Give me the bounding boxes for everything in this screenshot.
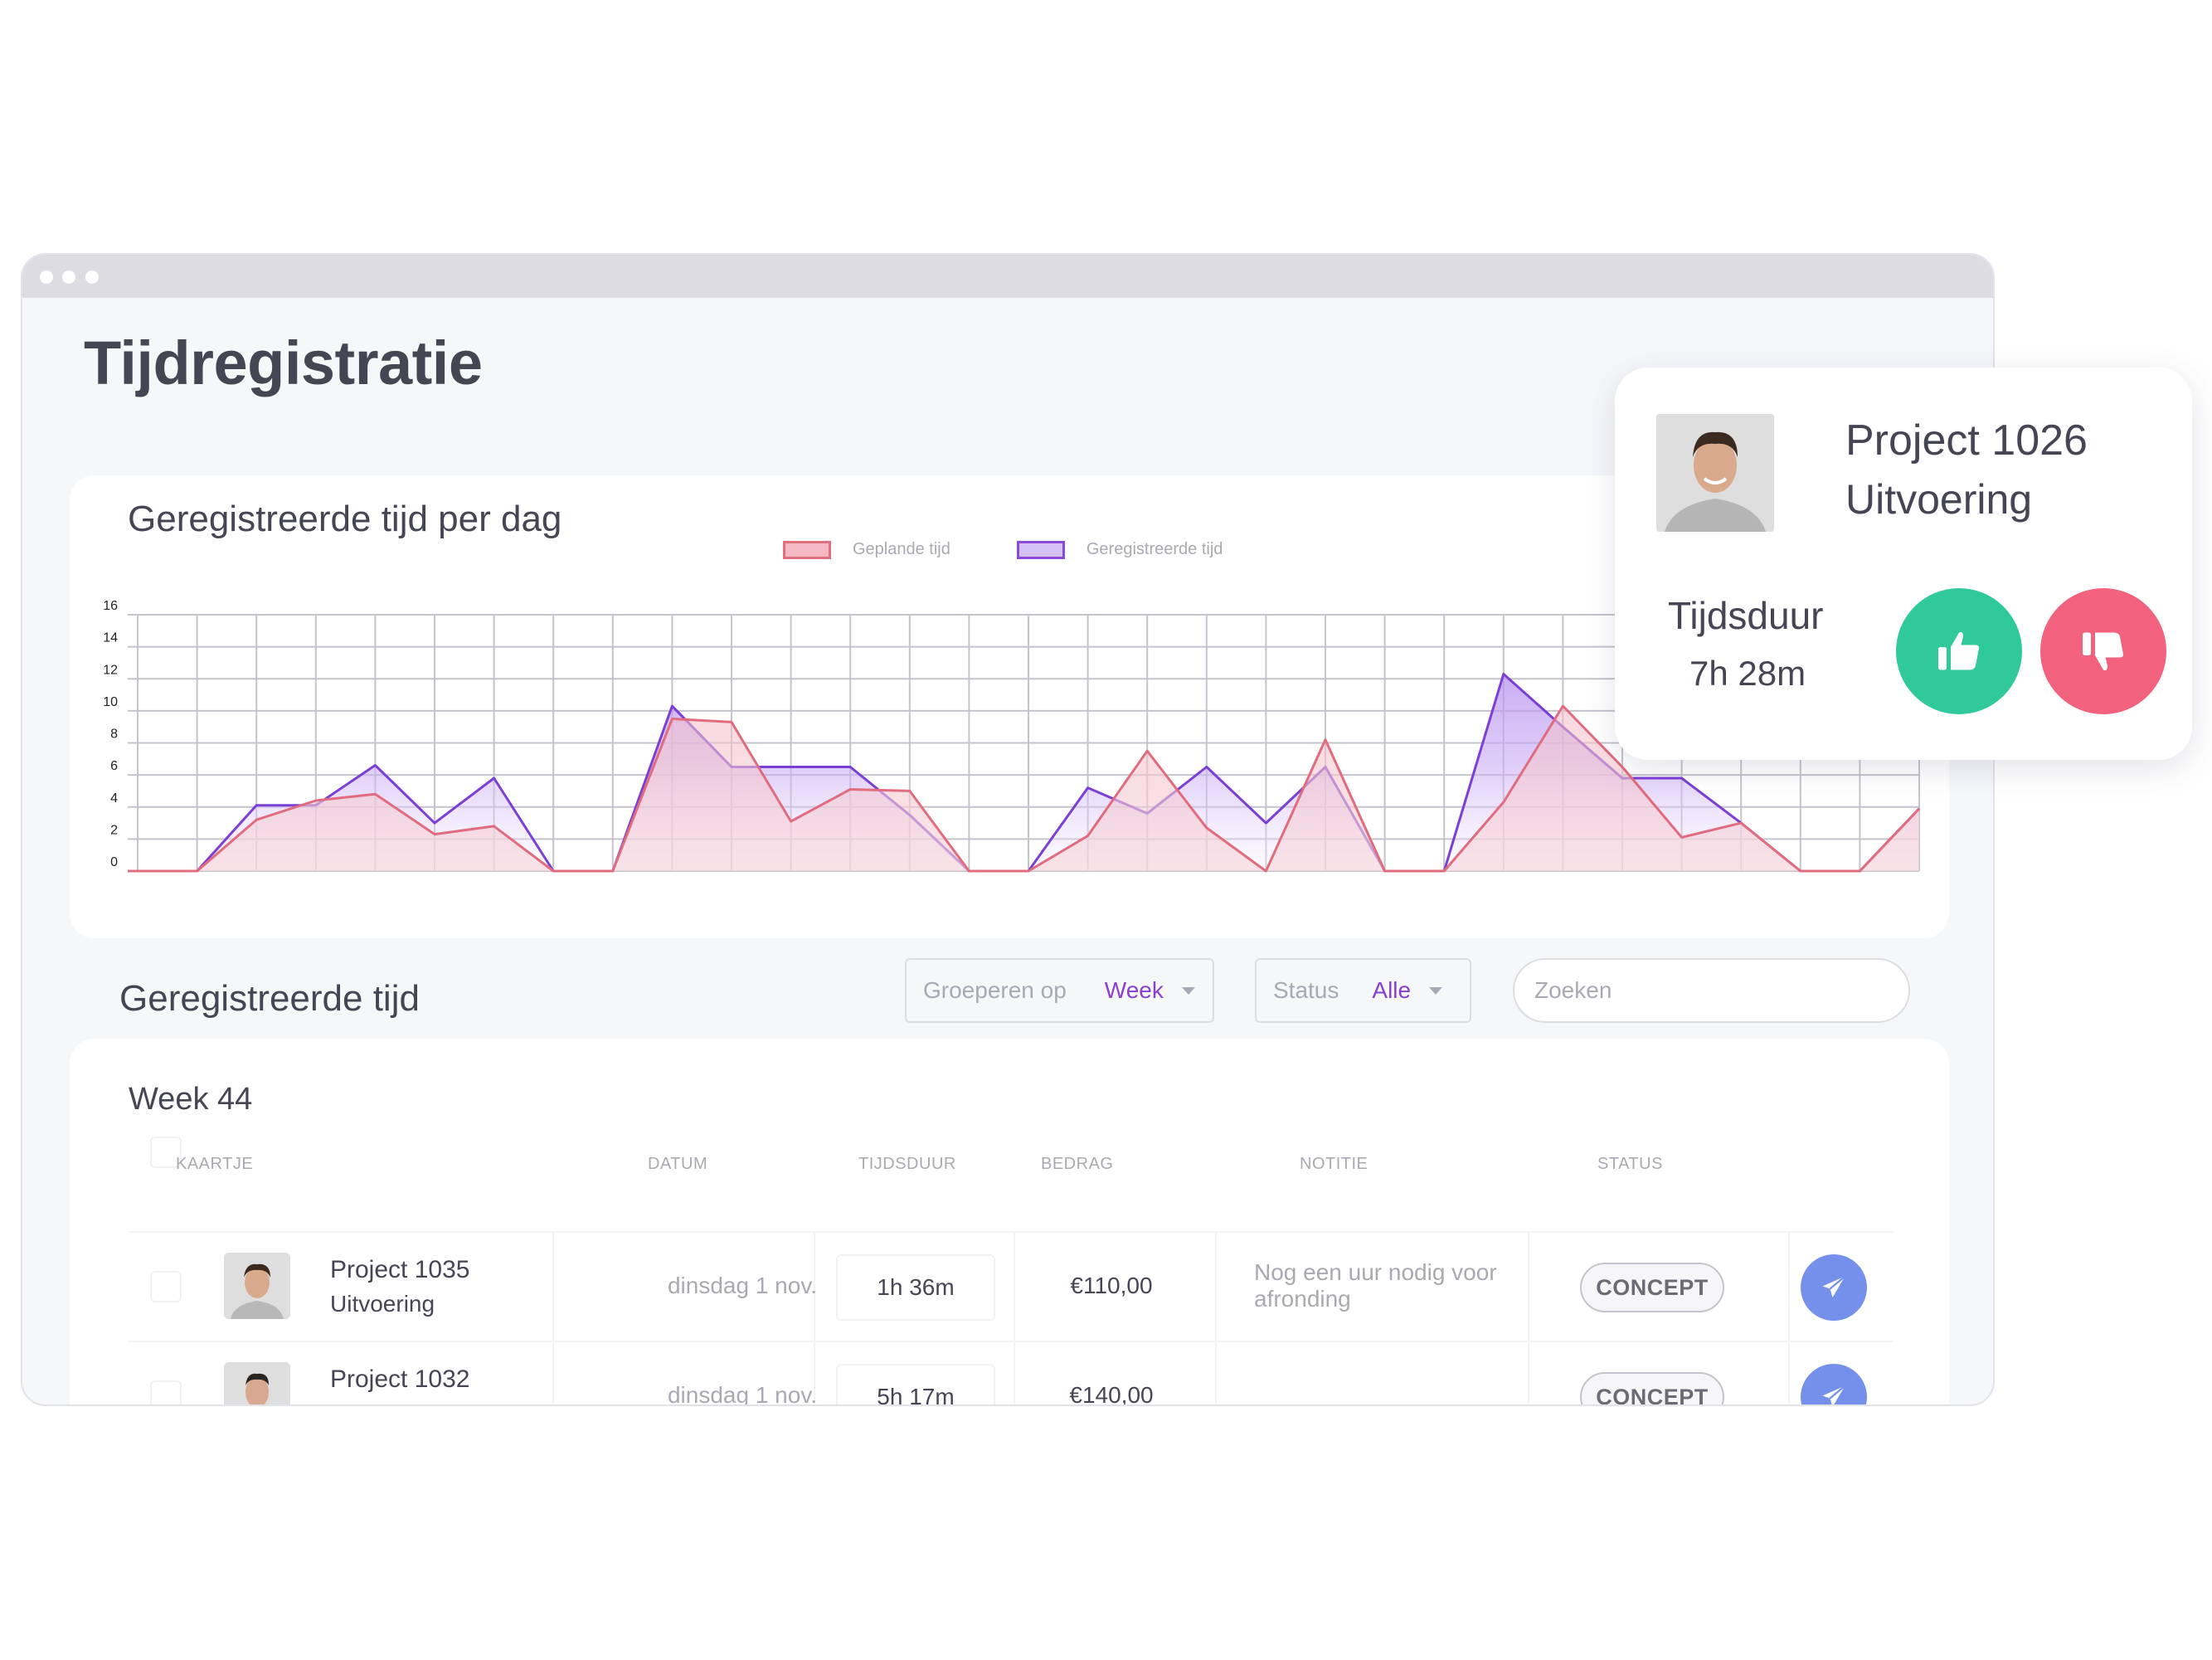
project-name[interactable]: Project 1035 [330,1256,469,1284]
chevron-down-icon [1181,986,1195,995]
group-title: Week 44 [129,1082,253,1117]
status-badge: CONCEPT [1580,1263,1724,1312]
send-button[interactable] [1801,1364,1867,1404]
project-phase: Ontwerp [330,1400,418,1404]
popup-project-phase: Uitvoering [1845,476,2033,523]
thumbs-down-icon [2083,632,2123,671]
thumbs-up-icon [1938,631,1979,670]
cell-divider [552,1233,554,1341]
chevron-down-icon [1429,986,1443,995]
column-header-datum[interactable]: DATUM [648,1155,707,1174]
popup-duration-value: 7h 28m [1689,654,1806,693]
status-label: Status [1273,977,1339,1003]
avatar [1656,414,1774,532]
send-button[interactable] [1801,1254,1867,1321]
column-header-status[interactable]: STATUS [1597,1155,1663,1174]
person-photo-icon [1656,414,1774,532]
table-card: Week 44 KAARTJE DATUM TIJDSDUUR BEDRAG N… [70,1039,1949,1406]
project-name[interactable]: Project 1032 [330,1365,469,1394]
cell-divider [1788,1233,1790,1341]
section-title: Geregistreerde tijd [119,978,420,1019]
status-select[interactable]: Status Alle [1255,958,1471,1023]
group-by-label: Groeperen op [923,977,1067,1003]
row-duration[interactable]: 1h 36m [836,1254,995,1321]
row-duration[interactable]: 5h 17m [836,1364,995,1404]
y-tick-label: 4 [110,791,118,806]
y-tick-label: 14 [103,631,118,645]
row-checkbox[interactable] [150,1271,182,1302]
cell-divider [1215,1342,1217,1404]
page-title: Tijdregistratie [84,329,483,397]
cell-divider [1215,1233,1217,1341]
status-value: Alle [1372,977,1412,1003]
table-row[interactable]: Project 1032 Ontwerp dinsdag 1 nov. 5h 1… [129,1341,1894,1406]
cell-divider [1014,1342,1015,1404]
y-tick-label: 12 [103,663,118,677]
search-input[interactable] [1513,958,1910,1023]
cell-divider [1528,1233,1529,1341]
y-tick-label: 2 [110,823,118,837]
approval-popup: Project 1026 Uitvoering Tijdsduur 7h 28m [1615,368,2192,760]
group-by-select[interactable]: Groeperen op Week [905,958,1214,1023]
row-note: Nog een uur nodig voor afronding [1254,1259,1497,1312]
row-date: dinsdag 1 nov. [667,1382,818,1406]
cell-divider [552,1342,554,1404]
group-by-value: Week [1104,977,1164,1003]
cell-divider [1014,1233,1015,1341]
status-badge: CONCEPT [1580,1372,1724,1404]
y-tick-label: 0 [110,855,118,869]
approve-button[interactable] [1896,588,2022,714]
window-dot-icon [62,270,75,284]
column-header-notitie[interactable]: NOTITIE [1300,1155,1368,1174]
window-dot-icon [85,270,99,284]
popup-duration-label: Tijdsduur [1668,594,1824,637]
column-header-kaartje[interactable]: KAARTJE [176,1155,253,1174]
cell-divider [1788,1342,1790,1404]
cell-divider [1528,1342,1529,1404]
y-tick-label: 6 [110,759,118,773]
person-photo-icon [224,1362,290,1404]
avatar [224,1253,290,1319]
row-amount: €110,00 [1070,1273,1153,1298]
window-dot-icon [40,270,53,284]
column-header-bedrag[interactable]: BEDRAG [1041,1155,1113,1174]
project-phase: Uitvoering [330,1291,435,1317]
row-checkbox[interactable] [150,1380,182,1404]
popup-project-name: Project 1026 [1845,416,2088,465]
y-tick-label: 8 [110,728,118,742]
window-titlebar [22,255,1993,298]
avatar [224,1362,290,1404]
paper-plane-icon [1822,1275,1846,1297]
y-tick-label: 10 [103,695,118,709]
person-photo-icon [224,1253,290,1319]
y-tick-label: 16 [103,599,118,613]
row-date: dinsdag 1 nov. [667,1273,818,1298]
row-amount: €140,00 [1069,1382,1154,1406]
paper-plane-icon [1822,1385,1846,1404]
reject-button[interactable] [2040,588,2166,714]
table-row[interactable]: Project 1035 Uitvoering dinsdag 1 nov. 1… [129,1231,1894,1341]
column-header-tijdsduur[interactable]: TIJDSDUUR [858,1155,956,1174]
